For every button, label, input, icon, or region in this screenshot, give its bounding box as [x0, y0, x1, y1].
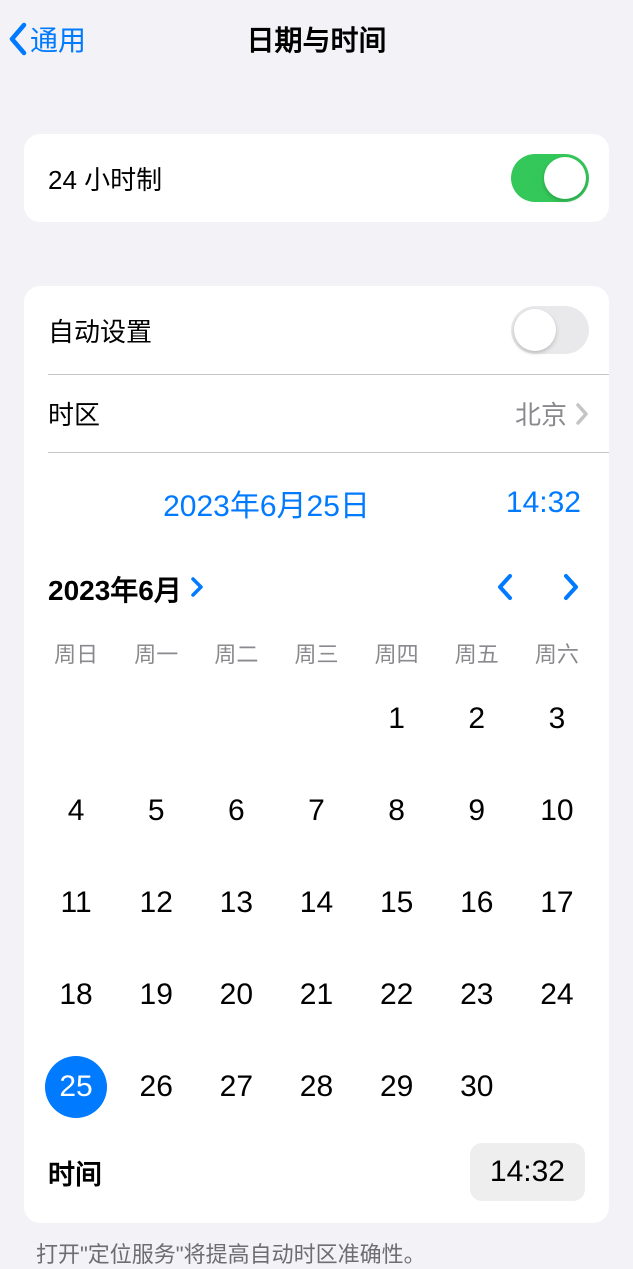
- calendar-day-empty: [276, 673, 356, 765]
- calendar-weekday-label: 周一: [116, 637, 196, 669]
- auto-set-toggle[interactable]: [511, 306, 589, 354]
- calendar-day[interactable]: 8: [357, 765, 437, 857]
- calendar-day[interactable]: 27: [196, 1041, 276, 1133]
- auto-set-row: 自动设置: [24, 286, 609, 374]
- calendar-weekday-label: 周二: [196, 637, 276, 669]
- calendar-day[interactable]: 29: [357, 1041, 437, 1133]
- twenty-four-hour-row: 24 小时制: [24, 134, 609, 222]
- calendar-weekday-header: 周日周一周二周三周四周五周六: [36, 625, 597, 673]
- back-button[interactable]: 通用: [8, 19, 86, 59]
- calendar-day[interactable]: 11: [36, 857, 116, 949]
- calendar-day[interactable]: 17: [517, 857, 597, 949]
- calendar-day[interactable]: 22: [357, 949, 437, 1041]
- time-picker-button[interactable]: 14:32: [470, 1143, 585, 1201]
- calendar-day[interactable]: 4: [36, 765, 116, 857]
- timezone-value: 北京: [515, 395, 567, 432]
- twenty-four-hour-toggle[interactable]: [511, 154, 589, 202]
- calendar-day[interactable]: 6: [196, 765, 276, 857]
- calendar-day[interactable]: 2: [437, 673, 517, 765]
- calendar-day[interactable]: 7: [276, 765, 356, 857]
- current-time-button[interactable]: 14:32: [481, 486, 581, 520]
- calendar-day[interactable]: 16: [437, 857, 517, 949]
- calendar-day[interactable]: 28: [276, 1041, 356, 1133]
- calendar-next-button[interactable]: [561, 572, 581, 607]
- calendar-day[interactable]: 5: [116, 765, 196, 857]
- calendar-day[interactable]: 9: [437, 765, 517, 857]
- calendar-weekday-label: 周日: [36, 637, 116, 669]
- calendar-day[interactable]: 25: [36, 1041, 116, 1133]
- current-date-button[interactable]: 2023年6月25日: [52, 481, 481, 525]
- calendar-weekday-label: 周四: [357, 637, 437, 669]
- calendar-day[interactable]: 23: [437, 949, 517, 1041]
- calendar-day-empty: [116, 673, 196, 765]
- calendar-month-label: 2023年6月: [48, 569, 182, 609]
- chevron-right-icon: [190, 573, 204, 605]
- chevron-left-icon: [8, 22, 28, 56]
- calendar-day[interactable]: 3: [517, 673, 597, 765]
- calendar-month-picker[interactable]: 2023年6月: [48, 569, 204, 609]
- calendar-day[interactable]: 10: [517, 765, 597, 857]
- back-label: 通用: [30, 19, 86, 59]
- calendar-day[interactable]: 24: [517, 949, 597, 1041]
- timezone-row[interactable]: 时区 北京: [24, 375, 609, 452]
- calendar-day[interactable]: 13: [196, 857, 276, 949]
- calendar-day[interactable]: 19: [116, 949, 196, 1041]
- chevron-right-icon: [575, 402, 589, 426]
- calendar-day[interactable]: 21: [276, 949, 356, 1041]
- auto-set-label: 自动设置: [48, 312, 152, 349]
- calendar-weekday-label: 周五: [437, 637, 517, 669]
- calendar-day[interactable]: 1: [357, 673, 437, 765]
- calendar-day[interactable]: 18: [36, 949, 116, 1041]
- calendar-weekday-label: 周六: [517, 637, 597, 669]
- calendar-day[interactable]: 30: [437, 1041, 517, 1133]
- calendar-day[interactable]: 14: [276, 857, 356, 949]
- calendar-day[interactable]: 15: [357, 857, 437, 949]
- calendar-day[interactable]: 26: [116, 1041, 196, 1133]
- calendar-day[interactable]: 12: [116, 857, 196, 949]
- calendar-days-grid: 1234567891011121314151617181920212223242…: [36, 673, 597, 1133]
- calendar-day-empty: [196, 673, 276, 765]
- calendar-weekday-label: 周三: [276, 637, 356, 669]
- page-title: 日期与时间: [0, 19, 633, 59]
- calendar-prev-button[interactable]: [495, 572, 515, 607]
- calendar-day-empty: [36, 673, 116, 765]
- calendar-day[interactable]: 20: [196, 949, 276, 1041]
- timezone-label: 时区: [48, 395, 100, 432]
- footer-note: 打开"定位服务"将提高自动时区准确性。: [36, 1237, 597, 1269]
- twenty-four-hour-label: 24 小时制: [48, 160, 162, 197]
- time-row-label: 时间: [48, 1153, 102, 1192]
